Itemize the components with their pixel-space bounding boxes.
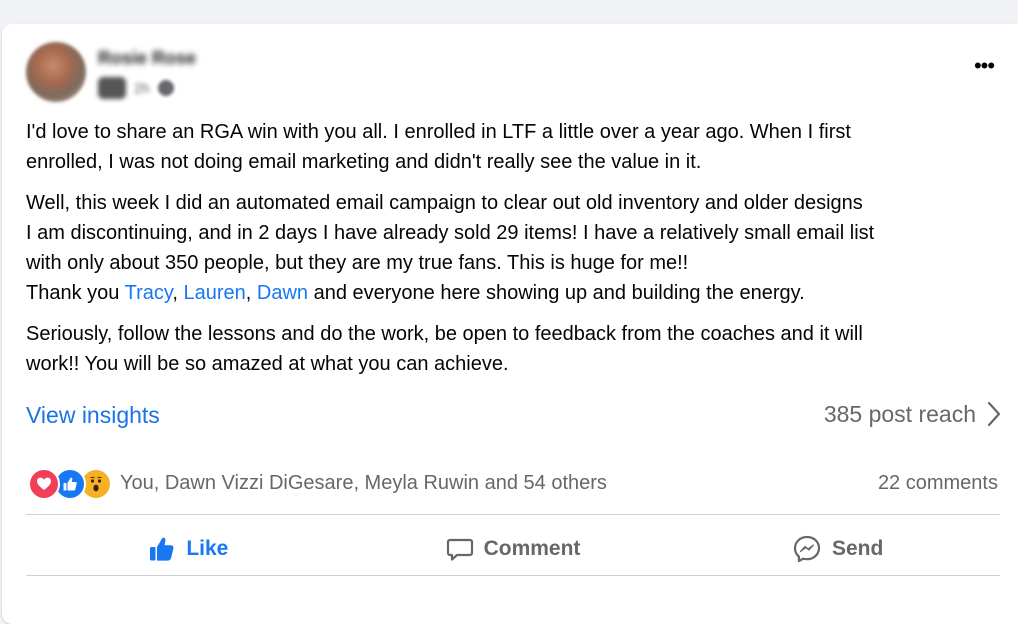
thanks-suffix: and everyone here showing up and buildin… xyxy=(308,282,805,305)
like-label: Like xyxy=(186,537,229,560)
post-time[interactable]: 2h xyxy=(134,80,150,96)
action-bar: Like Comment Send xyxy=(26,520,1000,578)
messenger-icon xyxy=(793,535,821,563)
body-line: work!! You will be so amazed at what you… xyxy=(26,353,509,376)
paragraph-3: Seriously, follow the lessons and do the… xyxy=(26,319,1006,380)
post-card: Rosie Rose 2h ••• I'd love to share an R… xyxy=(2,24,1018,624)
post-header: Rosie Rose 2h xyxy=(26,42,1018,106)
reaction-icons[interactable] xyxy=(28,468,118,500)
mention-tracy[interactable]: Tracy xyxy=(125,282,173,304)
body-line: I'd love to share an RGA win with you al… xyxy=(26,121,851,143)
post-body: I'd love to share an RGA win with you al… xyxy=(26,117,1006,389)
love-icon xyxy=(28,468,60,500)
divider xyxy=(26,575,1000,576)
send-button[interactable]: Send xyxy=(675,520,1000,578)
comment-label: Comment xyxy=(483,537,581,560)
insights-row: View insights 385 post reach xyxy=(26,396,1018,436)
body-line: I am discontinuing, and in 2 days I have… xyxy=(26,221,875,244)
thanks-prefix: Thank you xyxy=(26,282,125,305)
author-name[interactable]: Rosie Rose xyxy=(98,48,196,69)
group-badge-icon xyxy=(98,77,126,99)
view-insights-link[interactable]: View insights xyxy=(26,402,160,429)
thumbs-up-icon xyxy=(150,537,174,561)
body-line: enrolled, I was not doing email marketin… xyxy=(26,151,702,174)
like-button[interactable]: Like xyxy=(26,520,351,578)
mention-dawn[interactable]: Dawn xyxy=(257,282,308,304)
thanks-line: Thank you Tracy, Lauren, Dawn and everyo… xyxy=(26,278,1006,308)
mention-separator: , xyxy=(172,282,184,305)
chevron-right-icon xyxy=(987,401,1001,427)
comment-icon xyxy=(446,538,473,561)
send-label: Send xyxy=(832,537,884,560)
privacy-icon xyxy=(157,80,174,96)
comments-count[interactable]: 22 comments xyxy=(878,472,998,495)
body-line: Seriously, follow the lessons and do the… xyxy=(26,322,863,345)
more-options-button[interactable]: ••• xyxy=(966,53,1002,78)
reactions-row: You, Dawn Vizzi DiGesare, Meyla Ruwin an… xyxy=(26,464,1018,500)
post-reach-button[interactable]: 385 post reach xyxy=(824,400,1002,428)
reactors-summary[interactable]: You, Dawn Vizzi DiGesare, Meyla Ruwin an… xyxy=(120,472,607,495)
avatar[interactable] xyxy=(26,42,86,102)
divider xyxy=(26,514,1000,515)
comment-button[interactable]: Comment xyxy=(351,520,676,578)
post-reach-label: 385 post reach xyxy=(823,400,976,427)
mention-lauren[interactable]: Lauren xyxy=(184,282,246,304)
body-line: with only about 350 people, but they are… xyxy=(26,252,689,275)
paragraph-2: Well, this week I did an automated email… xyxy=(26,188,1006,309)
post-meta: 2h xyxy=(98,76,174,100)
paragraph-1: I'd love to share an RGA win with you al… xyxy=(26,117,1006,178)
body-line: Well, this week I did an automated email… xyxy=(26,191,863,214)
mention-separator: , xyxy=(245,282,257,305)
